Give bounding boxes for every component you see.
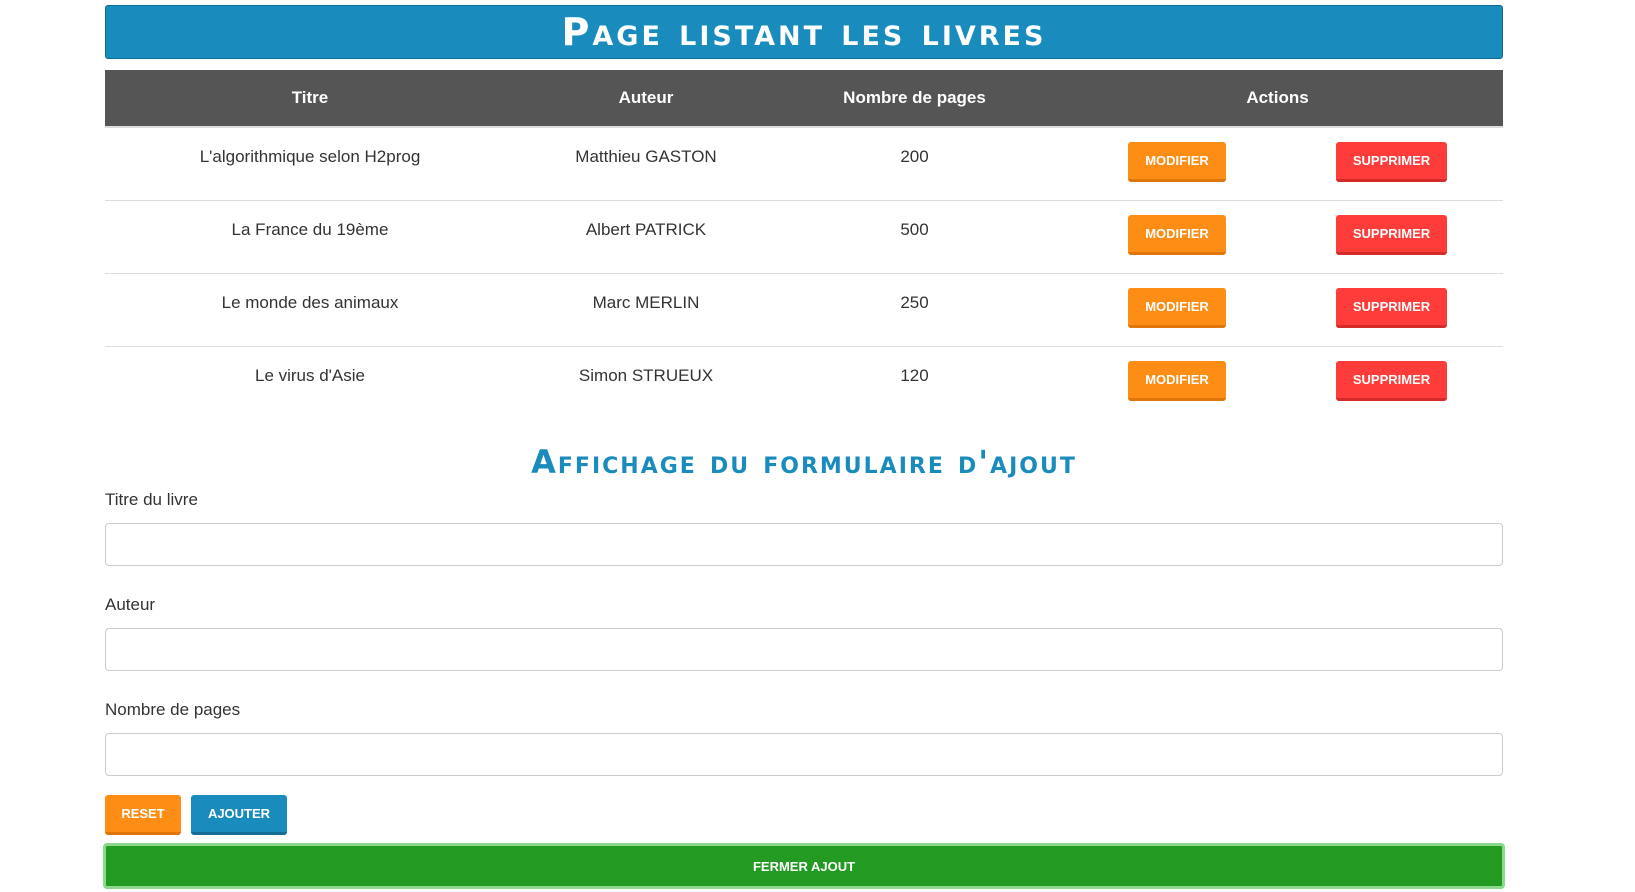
page-container: Page listant les livres Titre Auteur Nom…: [103, 5, 1505, 889]
form-group-pages: Nombre de pages: [105, 700, 1503, 776]
book-pages: 200: [900, 147, 929, 166]
book-author: Simon STRUEUX: [578, 365, 714, 385]
book-title: Le virus d'Asie: [254, 365, 366, 385]
pages-field[interactable]: [105, 733, 1503, 776]
book-title: Le monde des animaux: [221, 292, 399, 312]
modify-button[interactable]: Modifier: [1128, 214, 1226, 255]
book-pages: 500: [900, 219, 929, 239]
book-pages: 120: [900, 365, 929, 385]
column-header-actions: Actions: [1052, 70, 1503, 127]
author-field-label: Auteur: [105, 595, 156, 614]
page-title: Page listant les livres: [561, 10, 1047, 54]
pages-field-label: Nombre de pages: [105, 700, 241, 719]
book-author: Albert PATRICK: [585, 219, 707, 239]
book-pages: 250: [900, 292, 929, 312]
book-actions: Modifier Supprimer: [1052, 273, 1503, 346]
close-add-button[interactable]: Fermer ajout: [103, 843, 1505, 889]
form-section-title: Affichage du formulaire d'ajout: [531, 443, 1077, 481]
modify-button[interactable]: Modifier: [1128, 287, 1226, 328]
author-field[interactable]: [105, 628, 1503, 671]
delete-button[interactable]: Supprimer: [1336, 287, 1447, 328]
book-actions: Modifier Supprimer: [1052, 346, 1503, 419]
page-header: Page listant les livres: [105, 5, 1503, 59]
table-row: La France du 19ème Albert PATRICK 500 Mo…: [105, 200, 1503, 273]
book-title: La France du 19ème: [231, 219, 389, 239]
table-row: Le virus d'Asie Simon STRUEUX 120 Modifi…: [105, 346, 1503, 419]
table-header-row: Titre Auteur Nombre de pages Actions: [105, 70, 1503, 127]
form-buttons: Reset Ajouter: [105, 795, 1503, 835]
book-author: Matthieu GASTON: [575, 147, 717, 166]
form-group-author: Auteur: [105, 595, 1503, 671]
modify-button[interactable]: Modifier: [1128, 142, 1226, 182]
add-button[interactable]: Ajouter: [191, 795, 287, 835]
column-header-author: Auteur: [515, 70, 777, 127]
table-row: Le monde des animaux Marc MERLIN 250 Mod…: [105, 273, 1503, 346]
book-actions: Modifier Supprimer: [1052, 200, 1503, 273]
title-field-label: Titre du livre: [105, 490, 198, 509]
title-field[interactable]: [105, 523, 1503, 566]
delete-button[interactable]: Supprimer: [1336, 142, 1447, 182]
delete-button[interactable]: Supprimer: [1336, 214, 1447, 255]
delete-button[interactable]: Supprimer: [1336, 360, 1447, 401]
book-title: L'algorithmique selon H2prog: [199, 147, 421, 166]
modify-button[interactable]: Modifier: [1128, 360, 1226, 401]
add-book-form: Titre du livre Auteur Nombre de pages Re…: [105, 490, 1503, 835]
column-header-pages: Nombre de pages: [777, 70, 1052, 127]
reset-button[interactable]: Reset: [105, 795, 181, 835]
table-row: L'algorithmique selon H2prog Matthieu GA…: [105, 127, 1503, 200]
column-header-title: Titre: [105, 70, 515, 127]
book-author: Marc MERLIN: [592, 292, 700, 312]
book-actions: Modifier Supprimer: [1052, 127, 1503, 200]
books-table: Titre Auteur Nombre de pages Actions L'a…: [105, 70, 1503, 419]
form-group-title: Titre du livre: [105, 490, 1503, 566]
